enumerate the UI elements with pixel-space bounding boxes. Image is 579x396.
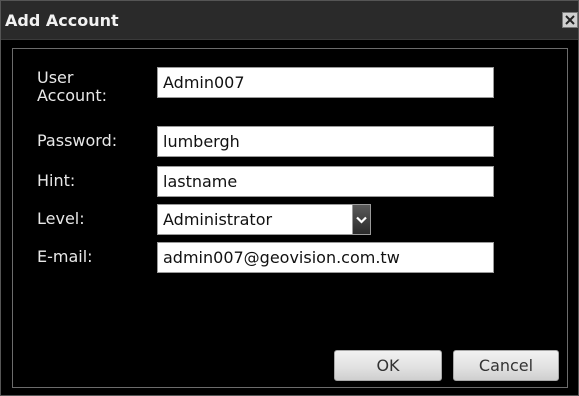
chevron-down-icon <box>356 216 367 224</box>
level-label: Level: <box>37 209 85 228</box>
level-select-value: Administrator <box>163 210 273 229</box>
add-account-dialog: Add Account User Account: Admin007 Passw… <box>0 0 579 396</box>
user-account-input[interactable]: Admin007 <box>157 67 494 98</box>
hint-input[interactable]: lastname <box>157 166 494 197</box>
level-select[interactable]: Administrator <box>157 204 371 235</box>
ok-button[interactable]: OK <box>334 350 442 381</box>
email-label: E-mail: <box>37 247 93 266</box>
dialog-titlebar: Add Account <box>1 1 578 40</box>
dialog-title: Add Account <box>5 11 119 30</box>
close-button[interactable] <box>562 12 578 28</box>
form-panel: User Account: Admin007 Password: lumberg… <box>12 48 568 388</box>
level-dropdown-button[interactable] <box>352 204 371 235</box>
email-input[interactable]: admin007@geovision.com.tw <box>157 242 494 273</box>
close-icon <box>565 15 575 25</box>
user-account-label: User Account: <box>37 68 107 105</box>
cancel-button[interactable]: Cancel <box>453 350 559 381</box>
password-input[interactable]: lumbergh <box>157 126 494 157</box>
hint-label: Hint: <box>37 171 76 190</box>
password-label: Password: <box>37 131 118 150</box>
